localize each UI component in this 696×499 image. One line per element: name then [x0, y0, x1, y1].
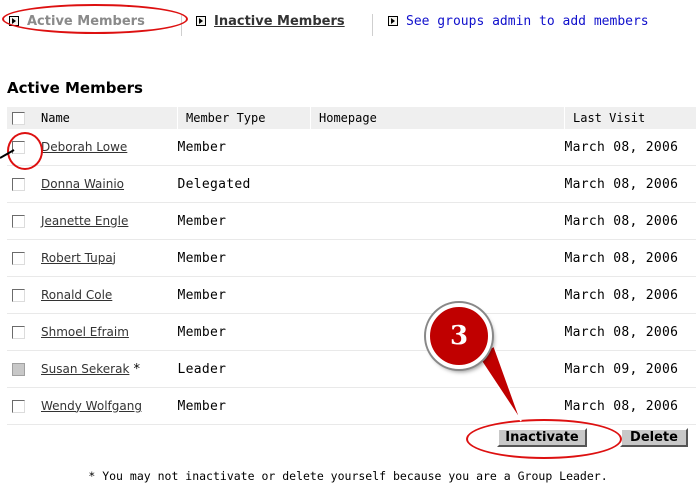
header-name[interactable]: Name	[41, 107, 178, 129]
table-row: Donna Wainio Delegated March 08, 2006	[7, 165, 696, 203]
table-row: Jeanette Engle Member March 08, 2006	[7, 202, 696, 240]
step-number-badge: 3	[426, 303, 492, 369]
table-header-row: Name Member Type Homepage Last Visit	[7, 107, 696, 129]
member-type: Member	[177, 129, 311, 166]
header-member-type[interactable]: Member Type	[177, 107, 311, 129]
header-member-type-label: Member Type	[186, 110, 266, 125]
member-last-visit: March 08, 2006	[564, 313, 696, 351]
member-type: Member	[177, 202, 311, 240]
member-type: Member	[177, 276, 311, 314]
select-all-cell	[7, 107, 41, 129]
tab-inactive-members-label: Inactive Members	[214, 13, 345, 29]
member-name-link[interactable]: Robert Tupaj	[41, 251, 116, 265]
member-last-visit: March 08, 2006	[564, 387, 696, 425]
header-name-label: Name	[41, 110, 70, 125]
member-last-visit: March 09, 2006	[564, 350, 696, 388]
link-see-groups-admin-label: See groups admin to add members	[406, 13, 649, 29]
member-last-visit: March 08, 2006	[564, 202, 696, 240]
table-row: Shmoel Efraim Member March 08, 2006	[7, 313, 696, 351]
arrow-bullet-icon	[9, 16, 19, 26]
member-homepage	[310, 202, 565, 240]
member-name-link[interactable]: Ronald Cole	[41, 288, 112, 302]
row-checkbox[interactable]	[12, 288, 25, 302]
member-homepage	[310, 276, 565, 314]
table-row: Susan Sekerak * Leader March 09, 2006	[7, 350, 696, 388]
table-row: Ronald Cole Member March 08, 2006	[7, 276, 696, 314]
table-row: Robert Tupaj Member March 08, 2006	[7, 239, 696, 277]
page-title: Active Members	[7, 79, 143, 97]
member-type: Delegated	[177, 165, 311, 203]
member-type: Member	[177, 387, 311, 425]
member-name-link[interactable]: Shmoel Efraim	[41, 325, 129, 339]
table-row: Wendy Wolfgang Member March 08, 2006	[7, 387, 696, 425]
member-type: Member	[177, 239, 311, 277]
member-tabs-nav: Active Members Inactive Members See grou…	[0, 8, 696, 36]
member-type: Leader	[177, 350, 311, 388]
nav-divider	[181, 14, 182, 36]
tab-inactive-members[interactable]: Inactive Members	[196, 10, 345, 32]
header-last-visit[interactable]: Last Visit	[564, 107, 696, 129]
member-last-visit: March 08, 2006	[564, 239, 696, 277]
inactivate-button[interactable]: Inactivate	[497, 428, 587, 447]
row-checkbox[interactable]	[12, 399, 25, 413]
table-row: Deborah Lowe Member March 08, 2006	[7, 129, 696, 166]
member-name-link[interactable]: Wendy Wolfgang	[41, 399, 142, 413]
member-homepage	[310, 129, 565, 166]
member-last-visit: March 08, 2006	[564, 129, 696, 166]
row-checkbox[interactable]	[12, 140, 25, 154]
leader-asterisk: *	[133, 361, 141, 377]
tab-active-members[interactable]: Active Members	[9, 10, 145, 32]
member-homepage	[310, 165, 565, 203]
member-last-visit: March 08, 2006	[564, 276, 696, 314]
row-checkbox[interactable]	[12, 177, 25, 191]
select-all-checkbox[interactable]	[12, 111, 25, 125]
delete-button[interactable]: Delete	[620, 428, 688, 447]
row-checkbox-disabled	[12, 362, 25, 376]
row-checkbox[interactable]	[12, 214, 25, 228]
row-checkbox[interactable]	[12, 325, 25, 339]
member-last-visit: March 08, 2006	[564, 165, 696, 203]
member-name-link[interactable]: Donna Wainio	[41, 177, 124, 191]
header-homepage[interactable]: Homepage	[310, 107, 565, 129]
header-homepage-label: Homepage	[319, 110, 377, 125]
nav-divider	[372, 14, 373, 36]
tab-active-members-label: Active Members	[27, 13, 145, 29]
header-last-visit-label: Last Visit	[573, 110, 646, 125]
arrow-bullet-icon	[196, 16, 206, 26]
member-homepage	[310, 387, 565, 425]
member-name-link[interactable]: Susan Sekerak	[41, 362, 129, 376]
arrow-bullet-icon	[388, 16, 398, 26]
member-type: Member	[177, 313, 311, 351]
leader-footnote: * You may not inactivate or delete yours…	[88, 469, 608, 483]
row-checkbox[interactable]	[12, 251, 25, 265]
member-name-link[interactable]: Deborah Lowe	[41, 140, 127, 154]
members-table: Name Member Type Homepage Last Visit Deb…	[7, 107, 696, 425]
member-name-link[interactable]: Jeanette Engle	[41, 214, 128, 228]
link-see-groups-admin[interactable]: See groups admin to add members	[388, 10, 649, 32]
member-homepage	[310, 239, 565, 277]
